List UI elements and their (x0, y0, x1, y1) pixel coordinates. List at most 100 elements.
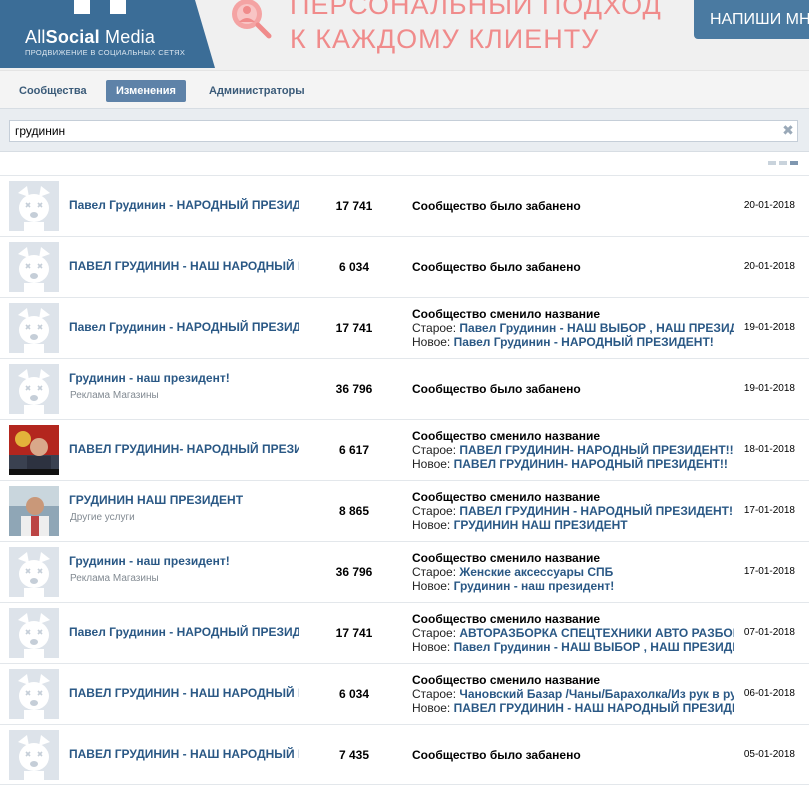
new-name-line: Новое: ПАВЕЛ ГРУДИНИН- НАРОДНЫЙ ПРЕЗИДЕН… (412, 457, 734, 471)
close-icon[interactable]: ✖ (781, 123, 795, 137)
avatar[interactable] (9, 486, 59, 536)
new-name-value[interactable]: Грудинин - наш президент! (454, 579, 615, 593)
tab-communities[interactable]: Сообщества (9, 80, 97, 102)
change-title: Сообщество было забанено (412, 748, 581, 762)
tab-changes[interactable]: Изменения (106, 80, 186, 102)
community-name[interactable]: ПАВЕЛ ГРУДИНИН - НАШ НАРОДНЫЙ ПРЕЗИДЕНТ (69, 686, 299, 700)
members-count: 17 741 (335, 321, 373, 335)
logo-icon (74, 0, 126, 14)
new-name-line: Новое: Павел Грудинин - НАШ ВЫБОР , НАШ … (412, 640, 734, 654)
change-date: 07-01-2018 (743, 627, 795, 638)
change-date: 20-01-2018 (743, 200, 795, 211)
members-count: 17 741 (335, 626, 373, 640)
community-name[interactable]: Павел Грудинин - НАРОДНЫЙ ПРЕЗИДЕНТ! (69, 625, 299, 639)
change-description: Сообщество сменило название Старое: ПАВЕ… (412, 490, 734, 532)
community-name[interactable]: Грудинин - наш президент! (69, 554, 299, 568)
community-name[interactable]: ПАВЕЛ ГРУДИНИН - НАШ НАРОДНЫЙ ПРЕЗИДЕНТ (69, 747, 299, 761)
change-title: Сообщество сменило название (412, 673, 601, 687)
change-date: 05-01-2018 (743, 749, 795, 760)
tab-bar: Сообщества Изменения Администраторы (0, 70, 809, 108)
avatar[interactable] (9, 547, 59, 597)
change-date: 19-01-2018 (743, 383, 795, 394)
new-name-line: Новое: Грудинин - наш президент! (412, 579, 734, 593)
old-name-line: Старое: АВТОРАЗБОРКА СПЕЦТЕХНИКИ АВТО РА… (412, 626, 734, 640)
change-date: 18-01-2018 (743, 444, 795, 455)
change-title: Сообщество было забанено (412, 382, 581, 396)
change-title: Сообщество сменило название (412, 429, 601, 443)
logo[interactable]: AllSocial Media ПРОДВИЖЕНИЕ В СОЦИАЛЬНЫХ… (0, 0, 215, 68)
avatar[interactable] (9, 425, 59, 475)
change-date: 19-01-2018 (743, 322, 795, 333)
new-label: Новое: (412, 335, 454, 349)
avatar[interactable] (9, 364, 59, 414)
new-name-value[interactable]: ПАВЕЛ ГРУДИНИН- НАРОДНЫЙ ПРЕЗИДЕНТ!! (454, 457, 728, 471)
new-label: Новое: (412, 457, 454, 471)
community-name[interactable]: Павел Грудинин - НАРОДНЫЙ ПРЕЗИДЕНТ! (69, 320, 299, 334)
avatar[interactable] (9, 730, 59, 780)
old-label: Старое: (412, 443, 460, 457)
change-description: Сообщество сменило название Старое: ПАВЕ… (412, 429, 734, 471)
promo-text: ПЕРСОНАЛЬНЫЙ ПОДХОД К КАЖДОМУ КЛИЕНТУ (290, 0, 662, 54)
old-name-line: Старое: ПАВЕЛ ГРУДИНИН - НАРОДНЫЙ ПРЕЗИД… (412, 504, 734, 518)
new-label: Новое: (412, 640, 454, 654)
new-name-value[interactable]: ПАВЕЛ ГРУДИНИН - НАШ НАРОДНЫЙ ПРЕЗИДЕНТ (454, 701, 734, 715)
new-name-value[interactable]: ГРУДИНИН НАШ ПРЕЗИДЕНТ (454, 518, 628, 532)
new-name-value[interactable]: Павел Грудинин - НАШ ВЫБОР , НАШ ПРЕЗИДЕ… (454, 640, 734, 654)
old-label: Старое: (412, 626, 460, 640)
search-input[interactable] (9, 120, 798, 142)
members-count: 8 865 (338, 504, 370, 518)
list-item: ГРУДИНИН НАШ ПРЕЗИДЕНТ Другие услуги 8 8… (0, 480, 809, 541)
list-item: ПАВЕЛ ГРУДИНИН- НАРОДНЫЙ ПРЕЗИДЕНТ!! 6 6… (0, 419, 809, 480)
old-label: Старое: (412, 687, 460, 701)
old-name-value[interactable]: Павел Грудинин - НАШ ВЫБОР , НАШ ПРЕЗИДЕ… (459, 321, 734, 335)
old-label: Старое: (412, 565, 460, 579)
old-name-value[interactable]: Женские аксессуары СПБ (459, 565, 613, 579)
community-name[interactable]: ПАВЕЛ ГРУДИНИН - НАШ НАРОДНЫЙ ПРЕЗИДЕНТ (69, 259, 299, 273)
ad-banner[interactable]: AllSocial Media ПРОДВИЖЕНИЕ В СОЦИАЛЬНЫХ… (0, 0, 809, 70)
list-item: ПАВЕЛ ГРУДИНИН - НАШ НАРОДНЫЙ ПРЕЗИДЕНТ … (0, 236, 809, 297)
view-toggle-icon[interactable] (768, 161, 798, 166)
old-name-line: Старое: Павел Грудинин - НАШ ВЫБОР , НАШ… (412, 321, 734, 335)
community-name[interactable]: ПАВЕЛ ГРУДИНИН- НАРОДНЫЙ ПРЕЗИДЕНТ!! (69, 442, 299, 456)
community-name[interactable]: Павел Грудинин - НАРОДНЫЙ ПРЕЗИДЕНТ! (69, 198, 299, 212)
community-name[interactable]: ГРУДИНИН НАШ ПРЕЗИДЕНТ (69, 493, 299, 507)
community-name[interactable]: Грудинин - наш президент! (69, 371, 299, 385)
old-label: Старое: (412, 321, 460, 335)
change-date: 06-01-2018 (743, 688, 795, 699)
avatar[interactable] (9, 608, 59, 658)
list-item: ПАВЕЛ ГРУДИНИН - НАШ НАРОДНЫЙ ПРЕЗИДЕНТ … (0, 724, 809, 785)
tab-admins[interactable]: Администраторы (199, 80, 315, 102)
contact-button[interactable]: НАПИШИ МНЕ (694, 0, 809, 39)
old-name-line: Старое: Чановский Базар /Чаны/Барахолка/… (412, 687, 734, 701)
change-description: Сообщество было забанено (412, 260, 734, 274)
avatar[interactable] (9, 242, 59, 292)
new-label: Новое: (412, 579, 454, 593)
avatar[interactable] (9, 303, 59, 353)
old-name-value[interactable]: АВТОРАЗБОРКА СПЕЦТЕХНИКИ АВТО РАЗБОРКА (459, 626, 734, 640)
new-name-line: Новое: ГРУДИНИН НАШ ПРЕЗИДЕНТ (412, 518, 734, 532)
change-title: Сообщество сменило название (412, 307, 601, 321)
changes-list: Павел Грудинин - НАРОДНЫЙ ПРЕЗИДЕНТ! 17 … (0, 175, 809, 785)
list-item: Павел Грудинин - НАРОДНЫЙ ПРЕЗИДЕНТ! 17 … (0, 297, 809, 358)
change-description: Сообщество сменило название Старое: Паве… (412, 307, 734, 349)
new-name-value[interactable]: Павел Грудинин - НАРОДНЫЙ ПРЕЗИДЕНТ! (454, 335, 714, 349)
old-label: Старое: (412, 504, 460, 518)
new-name-line: Новое: Павел Грудинин - НАРОДНЫЙ ПРЕЗИДЕ… (412, 335, 734, 349)
avatar[interactable] (9, 669, 59, 719)
old-name-line: Старое: ПАВЕЛ ГРУДИНИН- НАРОДНЫЙ ПРЕЗИДЕ… (412, 443, 734, 457)
change-description: Сообщество сменило название Старое: Женс… (412, 551, 734, 593)
old-name-value[interactable]: Чановский Базар /Чаны/Барахолка/Из рук в… (459, 687, 734, 701)
members-count: 36 796 (335, 382, 373, 396)
new-name-line: Новое: ПАВЕЛ ГРУДИНИН - НАШ НАРОДНЫЙ ПРЕ… (412, 701, 734, 715)
change-title: Сообщество сменило название (412, 551, 601, 565)
new-label: Новое: (412, 701, 454, 715)
search-person-icon (225, 0, 277, 44)
members-count: 6 034 (338, 260, 370, 274)
old-name-value[interactable]: ПАВЕЛ ГРУДИНИН - НАРОДНЫЙ ПРЕЗИДЕНТ! (459, 504, 733, 518)
change-date: 17-01-2018 (743, 505, 795, 516)
community-category: Реклама Магазины (70, 390, 159, 401)
members-count: 17 741 (335, 199, 373, 213)
avatar[interactable] (9, 181, 59, 231)
old-name-value[interactable]: ПАВЕЛ ГРУДИНИН- НАРОДНЫЙ ПРЕЗИДЕНТ!! (459, 443, 733, 457)
community-category: Реклама Магазины (70, 573, 159, 584)
